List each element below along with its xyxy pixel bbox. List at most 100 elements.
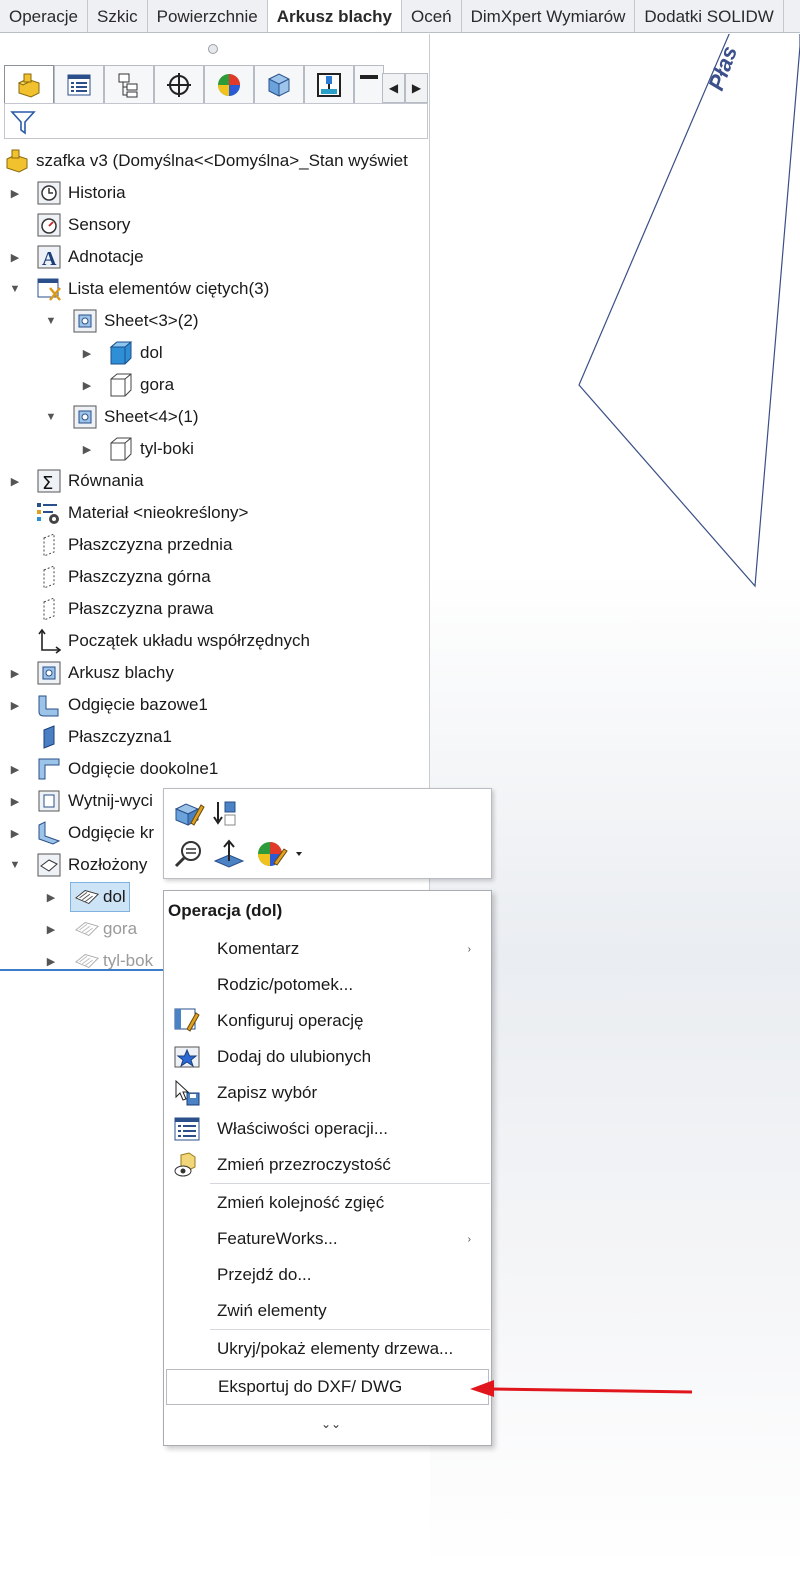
tree-item-sheet-3[interactable]: ▼ Sheet<3>(2) — [36, 305, 199, 337]
tree-item-plane-front[interactable]: Płaszczyzna przednia — [0, 529, 232, 561]
tree-item-sheet-4[interactable]: ▼ Sheet<4>(1) — [36, 401, 199, 433]
command-manager-tabs: Operacje Szkic Powierzchnie Arkusz blach… — [0, 0, 800, 33]
collapse-arrow-icon[interactable]: ▼ — [44, 411, 58, 423]
tree-item-historia[interactable]: ▶ Historia — [0, 177, 126, 209]
tree-item-flat-dol[interactable]: ▶ dol — [36, 881, 130, 913]
expand-arrow-icon[interactable]: ▶ — [80, 347, 94, 360]
tree-item-origin[interactable]: Początek układu współrzędnych — [0, 625, 310, 657]
menu-item-ukryj-pokaz-elementy[interactable]: Ukryj/pokaż elementy drzewa... — [166, 1331, 489, 1367]
menu-separator — [210, 1329, 490, 1330]
tab-powierzchnie[interactable]: Powierzchnie — [148, 0, 268, 32]
menu-item-wlasciwosci-operacji[interactable]: Właściwości operacji... — [166, 1111, 489, 1147]
menu-item-konfiguruj-operacje[interactable]: Konfiguruj operację — [166, 1003, 489, 1039]
edit-feature-icon[interactable] — [172, 797, 206, 831]
tree-item-plane-top[interactable]: Płaszczyzna górna — [0, 561, 211, 593]
expand-arrow-icon[interactable]: ▶ — [80, 443, 94, 456]
expand-arrow-icon[interactable]: ▶ — [44, 955, 58, 968]
tree-item-miter-flange[interactable]: ▶ Odgięcie kr — [0, 817, 154, 849]
extra-tab-icon[interactable] — [354, 65, 384, 103]
expand-arrow-icon[interactable]: ▶ — [8, 795, 22, 808]
menu-item-zmien-kolejnosc-zgiec[interactable]: Zmień kolejność zgięć — [166, 1185, 489, 1221]
rollback-icon[interactable] — [208, 797, 242, 831]
collapse-arrow-icon[interactable]: ▼ — [8, 859, 22, 871]
expand-menu-chevron-icon[interactable]: ⌄⌄ — [321, 1417, 341, 1431]
property-manager-tab-icon[interactable] — [54, 65, 104, 103]
miter-flange-icon — [36, 820, 62, 846]
scroll-right-button[interactable]: ▶ — [405, 73, 428, 103]
tab-dodatki[interactable]: Dodatki SOLIDW — [635, 0, 784, 32]
expand-arrow-icon[interactable]: ▶ — [8, 475, 22, 488]
menu-item-dodaj-do-ulubionych[interactable]: Dodaj do ulubionych — [166, 1039, 489, 1075]
feature-manager-tab-icon[interactable] — [4, 65, 54, 103]
tree-item-edge-flange[interactable]: ▶ Odgięcie dookolne1 — [0, 753, 218, 785]
expand-arrow-icon[interactable]: ▶ — [8, 699, 22, 712]
context-menu-title: Operacja (dol) — [168, 901, 283, 920]
menu-item-przejdz-do[interactable]: Przejdź do... — [166, 1257, 489, 1293]
menu-item-eksportuj-dxf-dwg[interactable]: Eksportuj do DXF/ DWG — [166, 1369, 489, 1405]
expand-arrow-icon[interactable]: ▶ — [80, 379, 94, 392]
tree-item-sensory[interactable]: Sensory — [0, 209, 130, 241]
expand-arrow-icon[interactable]: ▶ — [8, 187, 22, 200]
sheet-body-icon — [108, 436, 134, 462]
cam-operation-tab-icon[interactable] — [304, 65, 354, 103]
tree-item-cut-extrude[interactable]: ▶ Wytnij-wyci — [0, 785, 153, 817]
expand-arrow-icon[interactable]: ▶ — [44, 891, 58, 904]
normal-to-icon[interactable] — [212, 837, 246, 871]
tree-item-material[interactable]: Materiał <nieokreślony> — [0, 497, 248, 529]
menu-item-rodzic-potomek[interactable]: Rodzic/potomek... — [166, 967, 489, 1003]
edge-flange-icon — [36, 756, 62, 782]
tree-item-plane1[interactable]: Płaszczyzna1 — [0, 721, 172, 753]
tree-root[interactable]: szafka v3 (Domyślna<<Domyślna>_Stan wyśw… — [4, 145, 408, 177]
submenu-arrow-icon: › — [467, 943, 471, 955]
tree-item-dol-body[interactable]: ▶ dol — [72, 337, 163, 369]
scroll-left-button[interactable]: ◀ — [382, 73, 405, 103]
expand-arrow-icon[interactable]: ▶ — [8, 827, 22, 840]
tree-item-gora-body[interactable]: ▶ gora — [72, 369, 174, 401]
tree-item-adnotacje[interactable]: ▶ A Adnotacje — [0, 241, 144, 273]
plane-icon — [36, 596, 62, 622]
collapse-arrow-icon[interactable]: ▼ — [44, 315, 58, 327]
display-manager-tab-icon[interactable] — [204, 65, 254, 103]
tree-item-sheet-metal[interactable]: ▶ Arkusz blachy — [0, 657, 174, 689]
tree-filter-bar[interactable] — [4, 103, 428, 139]
cam-tab-icon[interactable] — [254, 65, 304, 103]
menu-item-komentarz[interactable]: Komentarz › — [166, 931, 489, 967]
tree-item-rownania[interactable]: ▶ Σ Równania — [0, 465, 144, 497]
tab-operacje[interactable]: Operacje — [0, 0, 88, 32]
pane-splitter-handle[interactable] — [208, 44, 218, 54]
solid-body-icon — [108, 340, 134, 366]
tree-item-flat-pattern[interactable]: ▼ Rozłożony — [0, 849, 147, 881]
tree-item-cut-list[interactable]: ▼ Lista elementów ciętych(3) — [0, 273, 269, 305]
selected-item-highlight: dol — [70, 882, 130, 912]
tree-item-flat-gora[interactable]: ▶ gora — [36, 913, 137, 945]
tab-dimxpert[interactable]: DimXpert Wymiarów — [462, 0, 636, 32]
manager-tab-scroll: ◀ ▶ — [382, 73, 428, 103]
expand-arrow-icon[interactable]: ▶ — [8, 667, 22, 680]
zoom-to-selection-icon[interactable] — [172, 837, 206, 871]
flat-body-icon — [74, 916, 100, 942]
menu-item-zmien-przezroczystosc[interactable]: Zmień przezroczystość — [166, 1147, 489, 1183]
annotation-icon: A — [36, 244, 62, 270]
dimxpert-manager-tab-icon[interactable] — [154, 65, 204, 103]
expand-arrow-icon[interactable]: ▶ — [44, 923, 58, 936]
tab-arkusz-blachy[interactable]: Arkusz blachy — [267, 0, 402, 32]
red-arrow-annotation-icon — [470, 1380, 693, 1397]
menu-item-featureworks[interactable]: FeatureWorks... › — [166, 1221, 489, 1257]
filter-icon[interactable] — [9, 108, 37, 141]
properties-list-icon — [172, 1114, 202, 1144]
tab-ocen[interactable]: Oceń — [402, 0, 462, 32]
tree-item-tyl-boki-body[interactable]: ▶ tyl-boki — [72, 433, 194, 465]
appearance-dropdown-icon[interactable] — [256, 837, 306, 871]
plane-icon — [36, 564, 62, 590]
expand-arrow-icon[interactable]: ▶ — [8, 763, 22, 776]
svg-text:Σ: Σ — [42, 473, 53, 494]
menu-item-zwin-elementy[interactable]: Zwiń elementy — [166, 1293, 489, 1329]
tree-item-plane-right[interactable]: Płaszczyzna prawa — [0, 593, 214, 625]
collapse-arrow-icon[interactable]: ▼ — [8, 283, 22, 295]
tab-szkic[interactable]: Szkic — [88, 0, 148, 32]
tree-item-flat-tyl-boki[interactable]: ▶ tyl-bok — [36, 945, 153, 977]
tree-item-base-flange[interactable]: ▶ Odgięcie bazowe1 — [0, 689, 208, 721]
menu-item-zapisz-wybor[interactable]: Zapisz wybór — [166, 1075, 489, 1111]
configuration-manager-tab-icon[interactable] — [104, 65, 154, 103]
expand-arrow-icon[interactable]: ▶ — [8, 251, 22, 264]
